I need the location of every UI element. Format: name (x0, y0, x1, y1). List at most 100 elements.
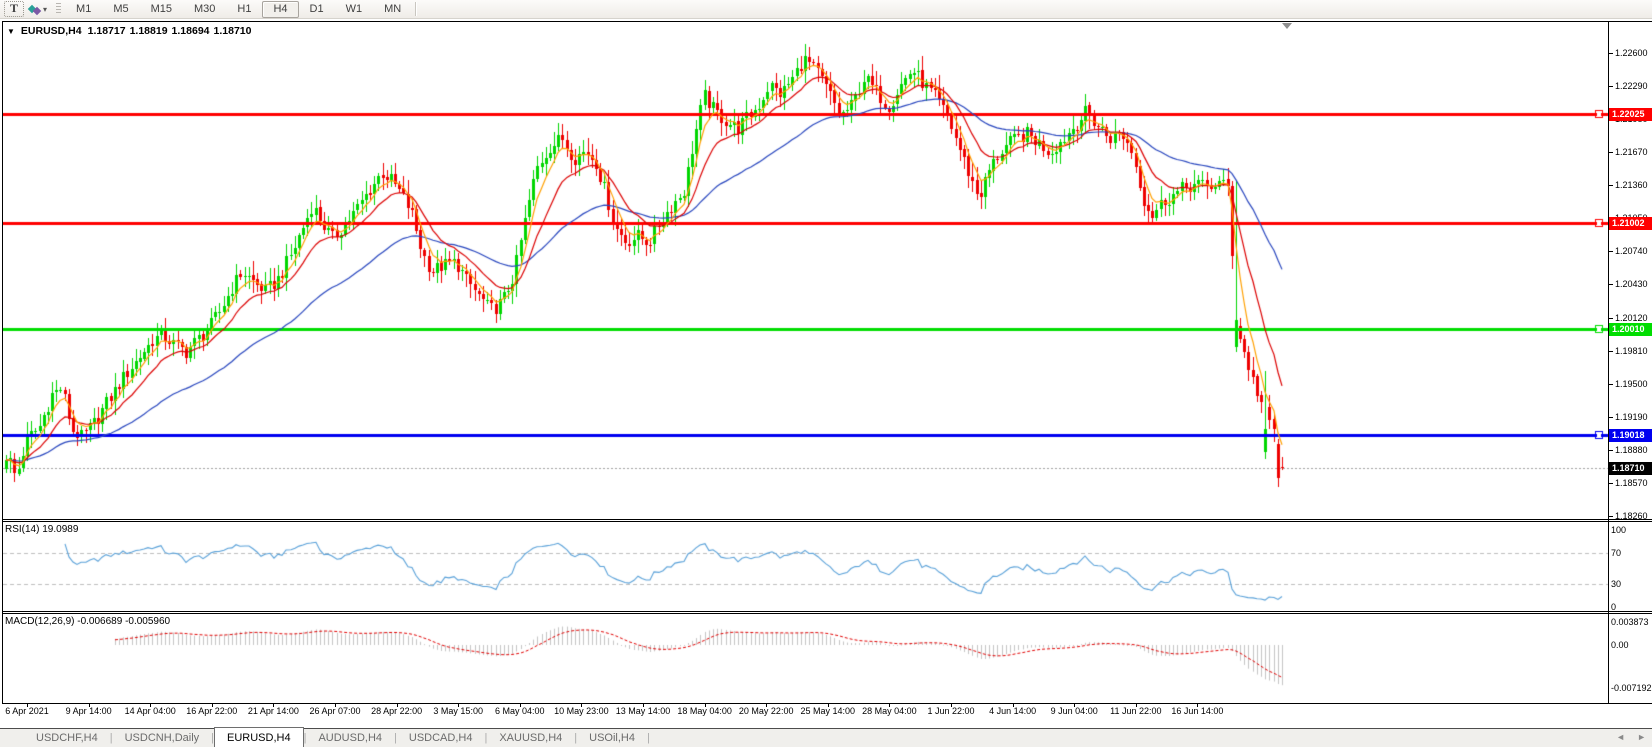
price-tick-label: 1.22290 (1615, 81, 1648, 92)
time-tick-mark (643, 704, 644, 707)
symbol-tab-xauusd[interactable]: XAUUSD,H4 (487, 729, 574, 747)
timeframe-button-m5[interactable]: M5 (102, 1, 139, 18)
price-tick-label: 1.20120 (1615, 313, 1648, 324)
price-tick-label: 1.22600 (1615, 48, 1648, 59)
symbol-tab-usdcnh[interactable]: USDCNH,Daily (113, 729, 212, 747)
symbol-tab-usdcad[interactable]: USDCAD,H4 (397, 729, 485, 747)
tab-scroll-left-icon[interactable]: ◄ (1616, 732, 1625, 742)
current-price-label: 1.18710 (1609, 462, 1652, 475)
time-tick-label: 18 May 04:00 (677, 706, 732, 716)
time-tick-mark (212, 704, 213, 707)
symbol-tab-eurusd[interactable]: EURUSD,H4 (214, 727, 304, 747)
timeframe-button-d1[interactable]: D1 (299, 1, 335, 18)
price-tick-label: 1.19810 (1615, 346, 1648, 357)
macd-axis-label: -0.007192 (1611, 683, 1652, 694)
timeframe-button-h4[interactable]: H4 (262, 1, 298, 18)
text-tool-button[interactable]: T (4, 1, 24, 17)
diamond-icon (33, 7, 41, 15)
time-tick-mark (335, 704, 336, 707)
time-tick-mark (1013, 704, 1014, 707)
time-tick-label: 9 Apr 14:00 (66, 706, 112, 716)
price-axis-border (1608, 21, 1609, 704)
price-tick-label: 1.19500 (1615, 379, 1648, 390)
time-tick-mark (766, 704, 767, 707)
time-tick-label: 26 Apr 07:00 (309, 706, 360, 716)
symbol-tab-bar: USDCHF,H4|USDCNH,Daily|EURUSD,H4|AUDUSD,… (0, 728, 1652, 747)
rsi-axis-label: 100 (1611, 525, 1626, 536)
timeframe-button-mn[interactable]: MN (373, 1, 412, 18)
hline-price-label: 1.22025 (1609, 108, 1652, 121)
time-tick-mark (889, 704, 890, 707)
symbol-tab-audusd[interactable]: AUDUSD,H4 (306, 729, 394, 747)
rsi-label: RSI(14) 19.0989 (5, 524, 78, 535)
rsi-axis-label: 30 (1611, 579, 1621, 590)
main-chart-canvas[interactable] (3, 22, 1608, 519)
time-tick-label: 1 Jun 22:00 (927, 706, 974, 716)
time-tick-label: 9 Jun 04:00 (1051, 706, 1098, 716)
time-tick-label: 13 May 14:00 (616, 706, 671, 716)
time-tick-mark (1197, 704, 1198, 707)
time-tick-label: 25 May 14:00 (801, 706, 856, 716)
macd-axis-label: 0.00 (1611, 640, 1629, 651)
time-tick-label: 4 Jun 14:00 (989, 706, 1036, 716)
time-tick-mark (951, 704, 952, 707)
time-tick-label: 11 Jun 22:00 (1110, 706, 1161, 716)
ohlc-high: 1.18819 (130, 25, 168, 37)
toolbar: T ▾ M1M5M15M30H1H4D1W1MN (0, 0, 1652, 19)
chart-symbol-label: EURUSD,H4 (21, 25, 82, 37)
panel-separator[interactable] (2, 519, 1652, 520)
price-tick-label: 1.20740 (1615, 246, 1648, 257)
time-tick-mark (520, 704, 521, 707)
time-tick-label: 10 May 23:00 (554, 706, 609, 716)
ohlc-close: 1.18710 (214, 25, 252, 37)
tab-separator: | (647, 732, 650, 744)
time-tick-mark (828, 704, 829, 707)
time-tick-label: 14 Apr 04:00 (125, 706, 176, 716)
symbol-tab-usdchf[interactable]: USDCHF,H4 (24, 729, 110, 747)
time-tick-mark (705, 704, 706, 707)
timeframe-button-h1[interactable]: H1 (226, 1, 262, 18)
time-tick-mark (397, 704, 398, 707)
chart-shift-marker-icon[interactable] (1282, 23, 1292, 29)
timeframe-button-m30[interactable]: M30 (183, 1, 226, 18)
tab-scroll-right-icon[interactable]: ► (1637, 732, 1646, 742)
timeframe-button-m1[interactable]: M1 (65, 1, 102, 18)
time-tick-label: 16 Apr 22:00 (186, 706, 237, 716)
hline-price-label: 1.21002 (1609, 217, 1652, 230)
mt4-window: { "toolbar": { "text_tool_label": "T", "… (0, 0, 1652, 747)
time-tick-label: 28 Apr 22:00 (371, 706, 422, 716)
rsi-axis-label: 0 (1611, 602, 1616, 613)
price-tick-label: 1.20430 (1615, 279, 1648, 290)
symbol-tab-usoil[interactable]: USOil,H4 (577, 729, 647, 747)
styles-tool-button[interactable]: ▾ (24, 1, 52, 18)
rsi-panel-canvas[interactable] (3, 522, 1608, 610)
macd-label: MACD(12,26,9) -0.006689 -0.005960 (5, 616, 170, 627)
toolbar-grip (56, 3, 61, 15)
price-tick-label: 1.18570 (1615, 478, 1648, 489)
rsi-axis-label: 70 (1611, 548, 1621, 559)
macd-panel-canvas[interactable] (3, 614, 1608, 702)
price-tick-label: 1.18880 (1615, 445, 1648, 456)
time-tick-mark (458, 704, 459, 707)
time-tick-label: 6 May 04:00 (495, 706, 545, 716)
price-tick-label: 1.18260 (1615, 511, 1648, 522)
time-tick-mark (1136, 704, 1137, 707)
toolbar-separator (415, 2, 416, 16)
time-tick-label: 20 May 22:00 (739, 706, 794, 716)
ohlc-open: 1.18717 (88, 25, 126, 37)
chart-header: ▼ EURUSD,H4 1.18717 1.18819 1.18694 1.18… (7, 25, 251, 37)
time-tick-mark (27, 704, 28, 707)
macd-axis-label: 0.003873 (1611, 617, 1649, 628)
price-tick-label: 1.21360 (1615, 180, 1648, 191)
timeframe-button-w1[interactable]: W1 (335, 1, 374, 18)
time-tick-label: 16 Jun 14:00 (1171, 706, 1223, 716)
hline-price-label: 1.19018 (1609, 429, 1652, 442)
chevron-down-icon: ▾ (43, 2, 47, 17)
time-tick-mark (581, 704, 582, 707)
price-tick-label: 1.19190 (1615, 412, 1648, 423)
panel-separator[interactable] (2, 611, 1652, 612)
time-tick-mark (150, 704, 151, 707)
timeframe-button-m15[interactable]: M15 (140, 1, 183, 18)
chart-dropdown-icon[interactable]: ▼ (7, 27, 15, 36)
ohlc-low: 1.18694 (172, 25, 210, 37)
